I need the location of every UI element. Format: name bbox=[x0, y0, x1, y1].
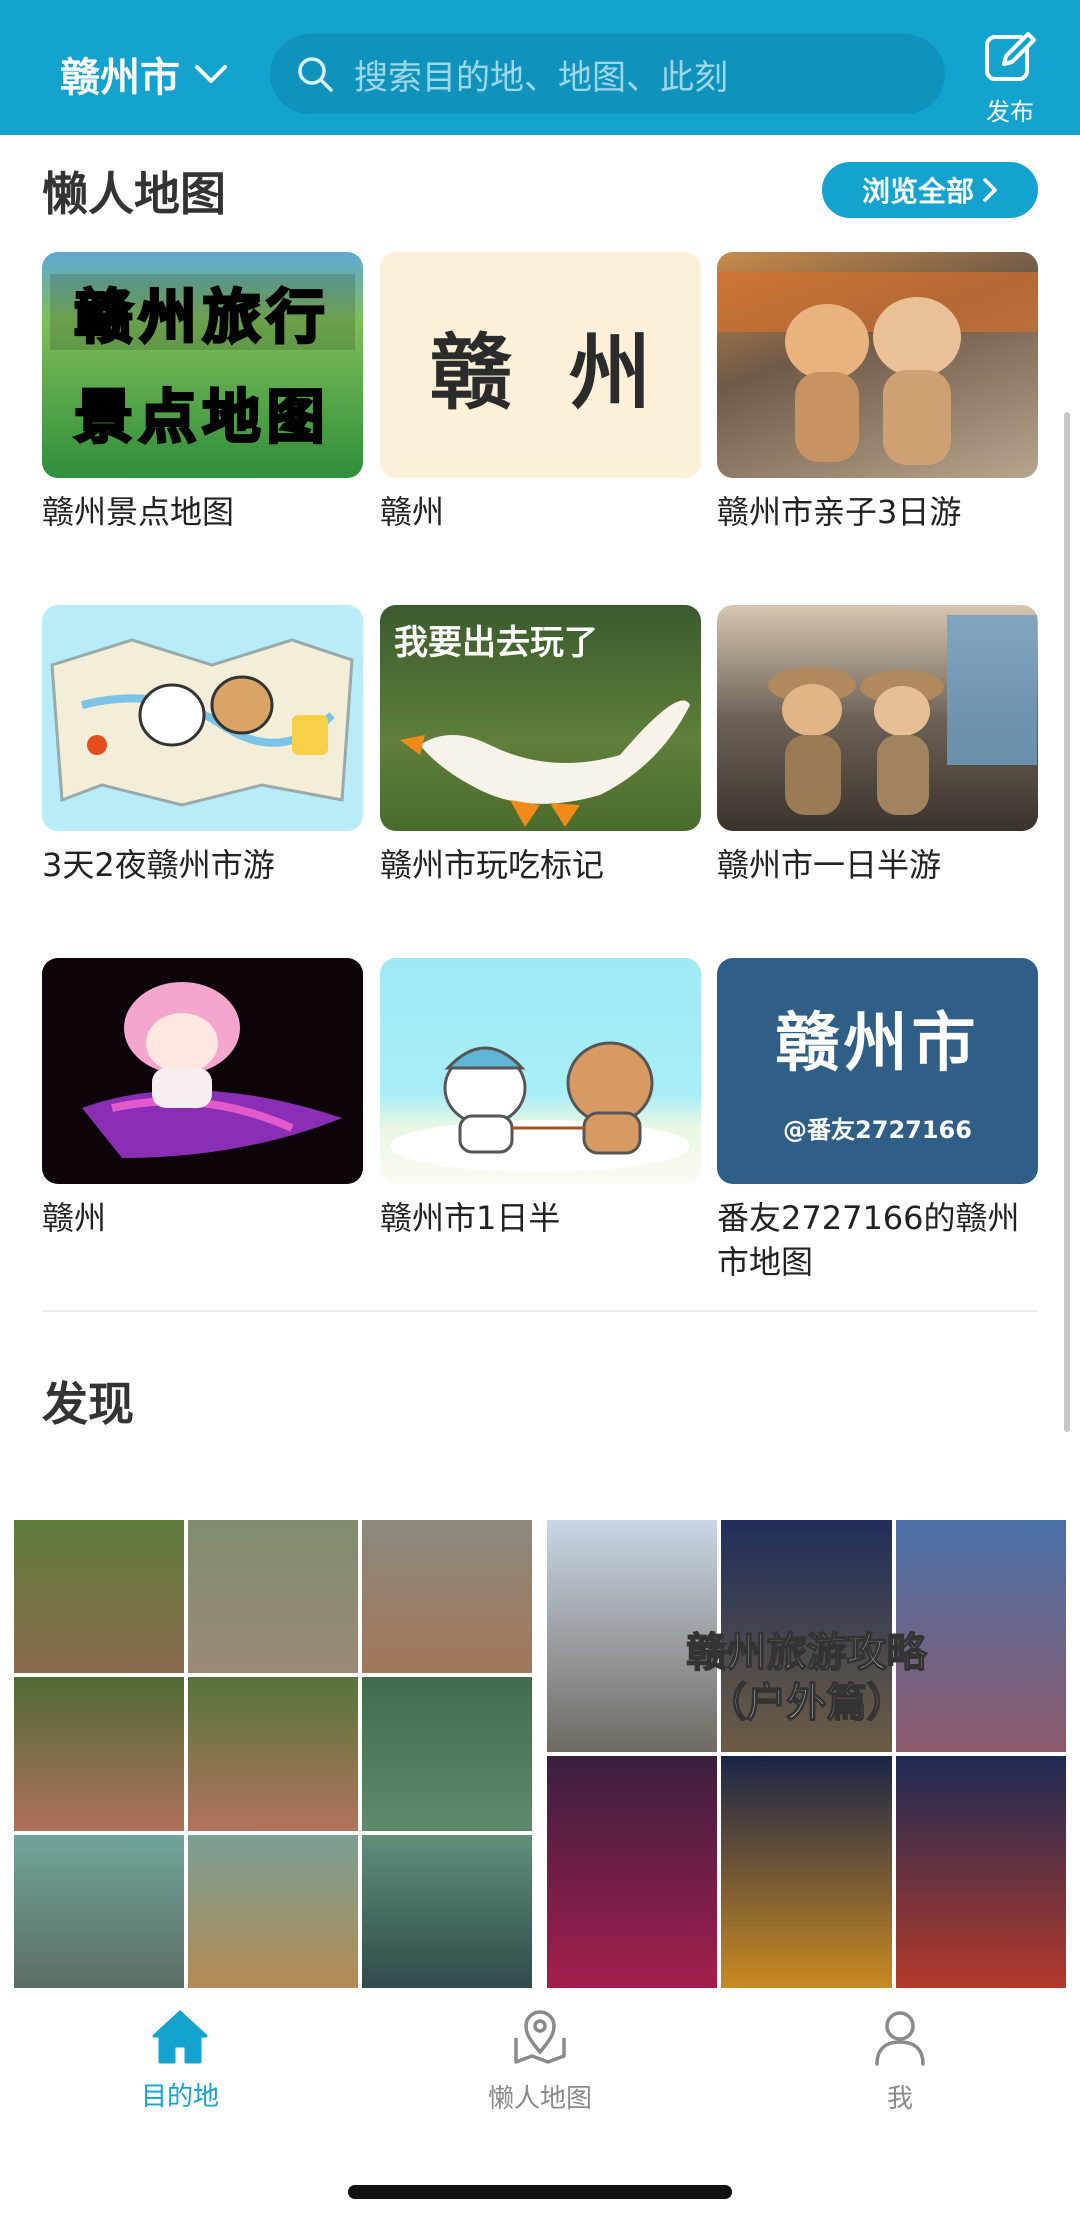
map-card[interactable]: 我要出去玩了 赣州市玩吃标记 bbox=[380, 605, 701, 887]
bears-illustration bbox=[390, 1041, 690, 1172]
top-header: 赣州市 搜索目的地、地图、此刻 发布 bbox=[0, 0, 1080, 135]
map-card-image bbox=[42, 605, 363, 831]
city-photo-collage bbox=[547, 1520, 1066, 1988]
map-card[interactable]: 赣 州 赣州 bbox=[380, 252, 701, 534]
goose-illustration bbox=[400, 700, 690, 827]
map-card-title: 赣州 bbox=[42, 1199, 107, 1237]
map-card[interactable]: 赣州 bbox=[42, 958, 363, 1240]
map-card-image bbox=[717, 252, 1038, 478]
map-card[interactable]: 3天2夜赣州市游 bbox=[42, 605, 363, 887]
map-card[interactable]: 赣州市亲子3日游 bbox=[717, 252, 1038, 534]
map-card-title: 赣州市玩吃标记 bbox=[380, 846, 605, 884]
image-text: @番友2727166 bbox=[783, 1116, 972, 1144]
map-pin-icon bbox=[514, 2010, 566, 2064]
search-placeholder: 搜索目的地、地图、此刻 bbox=[354, 57, 728, 98]
browse-all-label: 浏览全部 bbox=[861, 175, 974, 208]
map-card-title: 赣州市亲子3日游 bbox=[717, 493, 962, 531]
edit-icon bbox=[985, 32, 1036, 81]
search-input[interactable]: 搜索目的地、地图、此刻 bbox=[270, 34, 945, 114]
map-card-title: 赣州景点地图 bbox=[42, 493, 235, 531]
map-illustration bbox=[50, 638, 354, 807]
zoo-photo-collage bbox=[14, 1520, 532, 1988]
cats-photo bbox=[717, 272, 1038, 465]
map-card-title: 赣州市1日半 bbox=[380, 1199, 561, 1237]
map-card-image bbox=[717, 605, 1038, 831]
map-card[interactable]: 赣州旅行 景点地图 赣州景点地图 bbox=[42, 252, 363, 534]
map-card-image: 我要出去玩了 bbox=[380, 605, 701, 831]
map-card-title: 3天2夜赣州市游 bbox=[42, 846, 275, 884]
home-icon bbox=[152, 2010, 208, 2064]
map-card-image: 赣州市 @番友2727166 bbox=[717, 958, 1038, 1184]
discover-title: 发现 bbox=[42, 1377, 134, 1431]
publish-label: 发布 bbox=[986, 98, 1034, 126]
tab-me[interactable]: 我 bbox=[800, 2008, 1000, 2115]
image-text: （户外篇） bbox=[706, 1679, 908, 1727]
home-indicator[interactable] bbox=[348, 2185, 732, 2199]
anime-illustration bbox=[82, 982, 342, 1158]
map-card[interactable]: 赣州市 @番友2727166 番友2727166的赣州市地图 bbox=[717, 958, 1038, 1284]
section-divider bbox=[42, 1310, 1038, 1312]
user-icon bbox=[875, 2011, 925, 2066]
image-text: 景点地图 bbox=[73, 382, 331, 453]
cats-photo bbox=[768, 615, 1037, 815]
tab-lazy-maps[interactable]: 懒人地图 bbox=[440, 2008, 640, 2115]
lazy-maps-title: 懒人地图 bbox=[42, 167, 226, 221]
discover-card[interactable] bbox=[14, 1520, 532, 1988]
map-card-title: 番友2727166的赣州市地图 bbox=[717, 1199, 1020, 1281]
scrollbar[interactable] bbox=[1064, 412, 1070, 1432]
map-card-title: 赣州市一日半游 bbox=[717, 846, 942, 884]
chevron-right-icon bbox=[983, 178, 997, 202]
map-card-title: 赣州 bbox=[380, 493, 445, 531]
map-card-image bbox=[380, 958, 701, 1184]
image-text: 赣州旅行 bbox=[50, 274, 355, 353]
image-text: 赣州市 bbox=[775, 1007, 980, 1081]
city-selector[interactable]: 赣州市 bbox=[60, 44, 228, 104]
image-text: 赣 州 bbox=[429, 324, 652, 421]
map-card[interactable]: 赣州市一日半游 bbox=[717, 605, 1038, 887]
publish-button[interactable]: 发布 bbox=[975, 28, 1045, 127]
discover-card[interactable]: 赣州旅游攻略 （户外篇） bbox=[547, 1520, 1066, 1988]
chevron-down-icon bbox=[195, 65, 227, 83]
map-card[interactable]: 赣州市1日半 bbox=[380, 958, 701, 1240]
browse-all-button[interactable]: 浏览全部 bbox=[822, 162, 1038, 218]
tab-label: 目的地 bbox=[140, 2082, 219, 2112]
map-card-image: 赣州旅行 景点地图 bbox=[42, 252, 363, 478]
search-icon bbox=[298, 57, 333, 92]
tab-destination[interactable]: 目的地 bbox=[80, 2008, 280, 2113]
map-card-image bbox=[42, 958, 363, 1184]
tab-label: 我 bbox=[886, 2084, 913, 2114]
city-label: 赣州市 bbox=[60, 55, 180, 101]
map-card-image: 赣 州 bbox=[380, 252, 701, 478]
tab-label: 懒人地图 bbox=[487, 2084, 592, 2114]
